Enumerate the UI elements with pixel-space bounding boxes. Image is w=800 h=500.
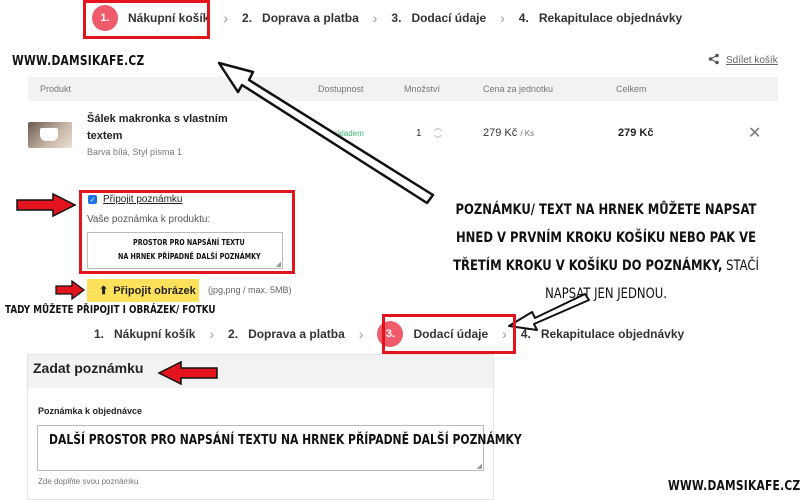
header-total: Celkem <box>616 84 647 94</box>
step-cart[interactable]: 1. Nákupní košík <box>94 316 195 352</box>
product-variant: Barva bílá, Styl písma 1 <box>87 147 183 157</box>
brand-url-bottom: WWW.DAMSIKAFE.CZ <box>668 479 800 494</box>
share-label: Sdílet košík <box>726 55 778 66</box>
step-number: 2. <box>242 11 253 25</box>
order-note-heading: Zadat poznámku <box>33 360 144 376</box>
share-cart-link[interactable]: Sdílet košík <box>708 53 778 68</box>
highlight-box-cart-step <box>83 0 210 39</box>
remove-item-icon[interactable]: ✕ <box>748 123 761 143</box>
red-arrow-heading-icon <box>157 360 218 386</box>
chevron-right-icon: › <box>358 326 364 342</box>
attach-note-checkbox[interactable]: ✓ <box>88 195 97 204</box>
resize-handle-icon[interactable]: ◢ <box>477 462 482 470</box>
step-number: 2. <box>228 327 239 341</box>
step-summary[interactable]: 4. Rekapitulace objednávky <box>519 0 682 36</box>
product-thumbnail[interactable] <box>28 122 72 148</box>
step-label: Rekapitulace objednávky <box>538 11 683 25</box>
header-product: Produkt <box>40 84 72 94</box>
step-number: 3. <box>391 11 402 25</box>
chevron-right-icon: › <box>209 326 215 342</box>
attach-image-button[interactable]: ⬆ Připojit obrázek <box>87 279 199 302</box>
step-label: Rekapitulace objednávky <box>540 327 685 341</box>
chevron-right-icon: › <box>500 10 505 26</box>
upload-icon: ⬆ <box>99 285 109 297</box>
step-label: Doprava a platba <box>262 11 359 25</box>
chevron-right-icon: › <box>223 10 229 26</box>
step-number: 4. <box>518 11 529 25</box>
chevron-right-icon: › <box>372 10 378 26</box>
share-icon <box>708 53 720 68</box>
step-shipping[interactable]: 2. Doprava a platba <box>242 0 359 36</box>
step-number: 4. <box>520 327 531 341</box>
resize-handle-icon[interactable]: ◢ <box>276 260 281 268</box>
header-unit-price: Cena za jednotku <box>483 84 554 94</box>
annotation-attach-image: TADY MŮŽETE PŘIPOJIT I OBRÁZEK/ FOTKU <box>5 303 216 316</box>
attach-image-hint: (jpg,png / max. 5MB) <box>208 285 292 295</box>
order-note-textarea[interactable]: DALŠÍ PROSTOR PRO NAPSÁNÍ TEXTU NA HRNEK… <box>37 425 522 471</box>
red-arrow-image-icon <box>55 279 86 301</box>
step-shipping[interactable]: 2. Doprava a platba <box>228 316 345 352</box>
step-label: Doprava a platba <box>248 327 345 341</box>
attach-image-label: Připojit obrázek <box>113 284 196 297</box>
step-summary[interactable]: 4. Rekapitulace objednávky <box>521 316 684 352</box>
attach-note-label[interactable]: Připojit poznámku <box>103 194 182 205</box>
product-note-label: Vaše poznámka k produktu: <box>87 214 211 225</box>
red-arrow-note-icon <box>16 192 77 218</box>
unit-price: 279 Kč / Ks <box>483 127 535 139</box>
black-arrow-up-icon <box>217 61 435 205</box>
order-note-label: Poznámka k objednávce <box>38 406 143 416</box>
step-delivery[interactable]: 3. Dodací údaje <box>391 0 486 36</box>
step-label: Dodací údaje <box>411 11 487 25</box>
brand-url-top: WWW.DAMSIKAFE.CZ <box>12 54 145 69</box>
line-total: 279 Kč <box>618 127 654 139</box>
highlight-box-delivery-step <box>382 314 516 354</box>
step-number: 1. <box>94 327 105 341</box>
order-note-hint: Zde doplňte svou poznámku <box>38 477 139 486</box>
annotation-main: POZNÁMKU/ TEXT NA HRNEK MŮŽETE NAPSAT HN… <box>453 202 759 302</box>
product-note-textarea[interactable]: PROSTOR PRO NAPSÁNÍ TEXTU NA HRNEK PŘÍPA… <box>87 232 283 269</box>
step-label: Nákupní košík <box>114 327 196 341</box>
